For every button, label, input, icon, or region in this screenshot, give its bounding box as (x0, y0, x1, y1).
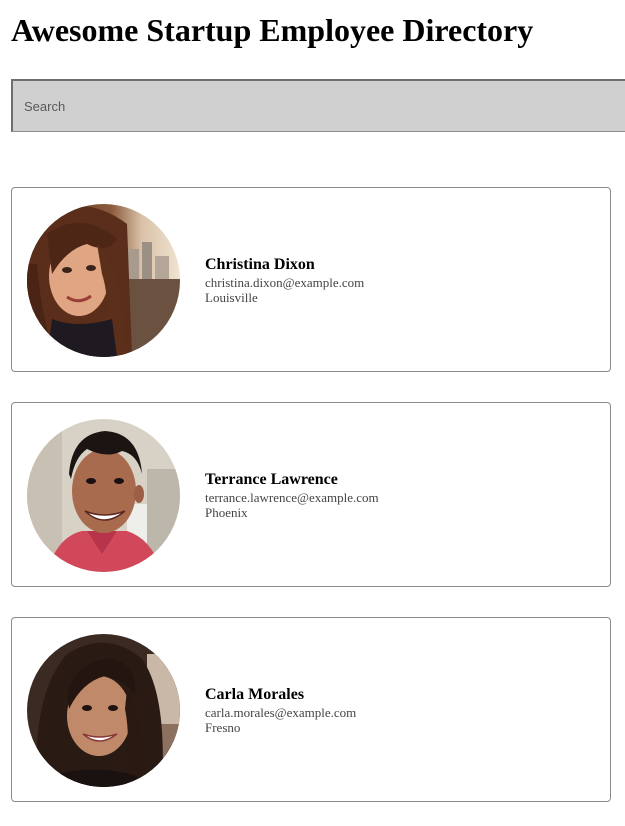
employee-email: christina.dixon@example.com (205, 275, 365, 290)
employee-avatar (27, 419, 180, 572)
employee-info: Terrance Lawrence terrance.lawrence@exam… (205, 470, 595, 520)
employee-card[interactable]: Carla Morales carla.morales@example.com … (11, 617, 611, 802)
employee-location: Fresno (205, 720, 241, 735)
employee-email: carla.morales@example.com (205, 705, 357, 720)
employee-card[interactable]: Terrance Lawrence terrance.lawrence@exam… (11, 402, 611, 587)
employee-info: Carla Morales carla.morales@example.com … (205, 685, 595, 735)
search-input[interactable] (11, 79, 625, 132)
employee-location: Louisville (205, 290, 258, 305)
employee-avatar (27, 634, 180, 787)
employee-name: Carla Morales (205, 686, 305, 703)
employee-email: terrance.lawrence@example.com (205, 490, 379, 505)
employee-name: Terrance Lawrence (205, 471, 338, 488)
employee-name: Christina Dixon (205, 256, 315, 273)
employee-location: Phoenix (205, 505, 248, 520)
employee-avatar (27, 204, 180, 357)
employee-info: Christina Dixon christina.dixon@example.… (205, 255, 595, 305)
employee-card[interactable]: Christina Dixon christina.dixon@example.… (11, 187, 611, 372)
page-title: Awesome Startup Employee Directory (11, 12, 534, 48)
